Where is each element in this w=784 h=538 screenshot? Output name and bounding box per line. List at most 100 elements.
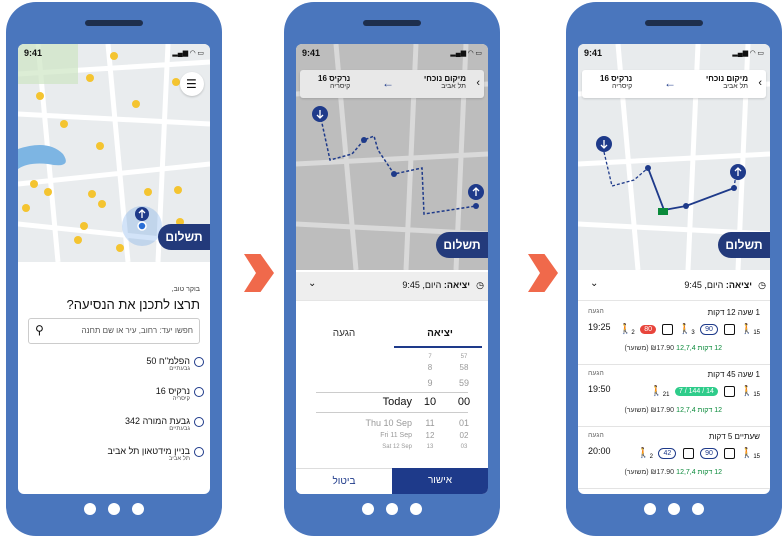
walk-total-value: 12 דקות <box>697 345 722 352</box>
route-bar[interactable]: ‹ מיקום נוכחי תל אביב ← נרקיס 16 קיסריה <box>300 70 484 98</box>
tab-arrival[interactable]: הגעה <box>296 328 392 339</box>
route-legs: 🚶2 42 90 🚶15 <box>637 445 760 460</box>
arrival-time: 20:00 <box>588 446 611 456</box>
destination-search-input[interactable]: חפשו יעד: רחוב, עיר או שם תחנה ⚲ <box>28 318 200 344</box>
clock-icon: ◷ <box>758 280 766 290</box>
origin[interactable]: מיקום נוכחי תל אביב <box>706 74 748 90</box>
destination-title: נרקיס 16 <box>318 74 351 83</box>
minute-below-1: 01 <box>458 418 469 428</box>
bus-icon <box>682 448 694 460</box>
flow-arrow <box>528 254 558 292</box>
walk-minutes: 2 <box>631 330 635 336</box>
departure-time-row[interactable]: ◷ יציאה: היום, 9:45 ⌄ <box>296 272 488 301</box>
destination[interactable]: נרקיס 16 קיסריה <box>600 74 632 90</box>
walk-total-value: 12 דקות <box>697 407 722 414</box>
trip-duration: 1 שעה 12 דקות <box>707 308 760 317</box>
history-subtitle: גבעתיים <box>169 426 190 432</box>
chevron-down-icon[interactable]: ⌄ <box>308 278 316 289</box>
search-placeholder: חפשו יעד: רחוב, עיר או שם תחנה <box>81 326 193 335</box>
phone-speaker <box>85 20 143 26</box>
origin[interactable]: מיקום נוכחי תל אביב <box>424 74 466 90</box>
walk-total: 12 דקות 12,7,4 <box>676 345 722 352</box>
page-dots <box>566 502 782 520</box>
chevron-down-icon[interactable]: ⌄ <box>590 278 598 289</box>
phone-home: 9:41 ▂▄▆ ◠ ▭ ☰ תשלום בוקר טוב, תרצו לתכנ… <box>6 2 222 536</box>
minute-below-3: 03 <box>460 444 468 450</box>
departure-value: היום, 9:45 <box>402 280 442 290</box>
hour-below-2: 12 <box>425 431 435 440</box>
route-option-3[interactable]: שעתיים 5 דקות הגעה 20:00 🚶2 42 90 🚶15 12… <box>578 426 770 489</box>
hour-above-1: 7 <box>428 354 432 360</box>
status-bar: 9:41 ▂▄▆ ◠ ▭ <box>584 48 764 60</box>
pay-button[interactable]: תשלום <box>436 232 488 258</box>
minute-below-2: 02 <box>459 431 469 440</box>
price: ₪17.90 (משוער) <box>624 345 674 352</box>
walk-icon: 🚶 <box>618 324 632 336</box>
origin-sub: תל אביב <box>441 83 466 90</box>
clock-icon <box>194 387 204 397</box>
departure-time-row[interactable]: ◷ יציאה: היום, 9:45 ⌄ <box>578 272 770 301</box>
destination-sub: קיסריה <box>330 83 351 90</box>
clock-icon <box>194 357 204 367</box>
lines-list: 12,7,4 <box>676 469 696 476</box>
arrival-label: הגעה <box>588 432 604 439</box>
trip-duration: 1 שעה 45 דקות <box>707 370 760 379</box>
history-subtitle: קיסריה <box>172 396 190 402</box>
active-tab-underline <box>394 346 482 348</box>
history-item-4[interactable]: בניין מידטאון תל אביב תל אביב <box>34 446 204 462</box>
status-time: 9:41 <box>584 48 603 58</box>
departure-value: היום, 9:45 <box>684 280 724 290</box>
status-time: 9:41 <box>302 48 321 58</box>
pay-button[interactable]: תשלום <box>158 224 210 250</box>
line-badge: 90 <box>700 324 718 336</box>
history-item-2[interactable]: נרקיס 16 קיסריה <box>34 386 204 402</box>
walk-icon: 🚶 <box>637 448 650 460</box>
confirm-button[interactable]: אישור <box>392 468 488 494</box>
search-icon: ⚲ <box>35 323 44 337</box>
departure-text: יציאה: היום, 9:45 <box>684 280 752 290</box>
hamburger-icon: ☰ <box>186 77 197 91</box>
route-bar[interactable]: ‹ מיקום נוכחי תל אביב ← נרקיס 16 קיסריה <box>582 70 766 98</box>
menu-button[interactable]: ☰ <box>180 72 204 96</box>
walk-icon: 🚶 <box>740 448 754 460</box>
route-legs: 🚶2 80 🚶3 90 🚶15 <box>618 321 760 336</box>
phone-results: 9:41 ▂▄▆ ◠ ▭ ‹ מיקום נוכחי תל אביב ← נרק… <box>566 2 782 536</box>
origin-title: מיקום נוכחי <box>423 74 466 83</box>
lines-list: 12,7,4 <box>676 407 696 414</box>
history-title: נרקיס 16 <box>155 386 190 396</box>
walk-total-value: 12 דקות <box>697 469 722 476</box>
pay-button[interactable]: תשלום <box>718 232 770 258</box>
phone-time-picker: 9:41 ▂▄▆ ◠ ▭ ‹ מיקום נוכחי תל אביב ← נרק… <box>284 2 500 536</box>
clock-icon <box>194 417 204 427</box>
tab-departure[interactable]: יציאה <box>392 328 488 339</box>
trip-duration: שעתיים 5 דקות <box>708 432 760 441</box>
departure-label: יציאה: <box>725 280 752 290</box>
signal-wifi-battery-icon: ▂▄▆ ◠ ▭ <box>732 50 764 57</box>
walk-total: 12 דקות 12,7,4 <box>676 407 722 414</box>
history-title: הפלמ"ח 50 <box>146 356 190 366</box>
back-chevron-icon[interactable]: ‹ <box>758 77 762 89</box>
arrow-left-icon: ← <box>664 76 676 90</box>
minute-selected: 00 <box>457 396 471 408</box>
destination[interactable]: נרקיס 16 קיסריה <box>318 74 350 90</box>
back-chevron-icon[interactable]: ‹ <box>476 77 480 89</box>
page-dots <box>284 502 500 520</box>
history-item-3[interactable]: גבעת המורה 342 גבעתיים <box>34 416 204 432</box>
arrival-time: 19:25 <box>588 322 611 332</box>
clock-icon: ◷ <box>476 280 484 290</box>
time-picker-screen: 9:41 ▂▄▆ ◠ ▭ ‹ מיקום נוכחי תל אביב ← נרק… <box>296 44 488 494</box>
route-option-2[interactable]: 1 שעה 45 דקות הגעה 19:50 🚶21 7 / 144 / 1… <box>578 364 770 427</box>
clock-icon <box>194 447 204 457</box>
origin-title: מיקום נוכחי <box>705 74 748 83</box>
route-option-1[interactable]: 1 שעה 12 דקות הגעה 19:25 🚶2 80 🚶3 90 🚶15… <box>578 302 770 365</box>
cancel-button[interactable]: ביטול <box>296 468 392 494</box>
day-below-3: Sat 12 Sep <box>382 444 412 450</box>
price: ₪17.90 (משוער) <box>624 407 674 414</box>
walk-minutes: 15 <box>753 330 760 336</box>
minute-above-1: 57 <box>460 354 468 360</box>
arrival-label: הגעה <box>588 308 604 315</box>
line-badge: 7 / 144 / 14 <box>674 387 718 397</box>
walk-minutes: 2 <box>649 454 653 460</box>
history-item-1[interactable]: הפלמ"ח 50 גבעתיים <box>34 356 204 372</box>
date-time-picker[interactable]: 7 8 9 57 58 59 Today 10 00 Thu 10 Sep Fr… <box>296 352 488 462</box>
